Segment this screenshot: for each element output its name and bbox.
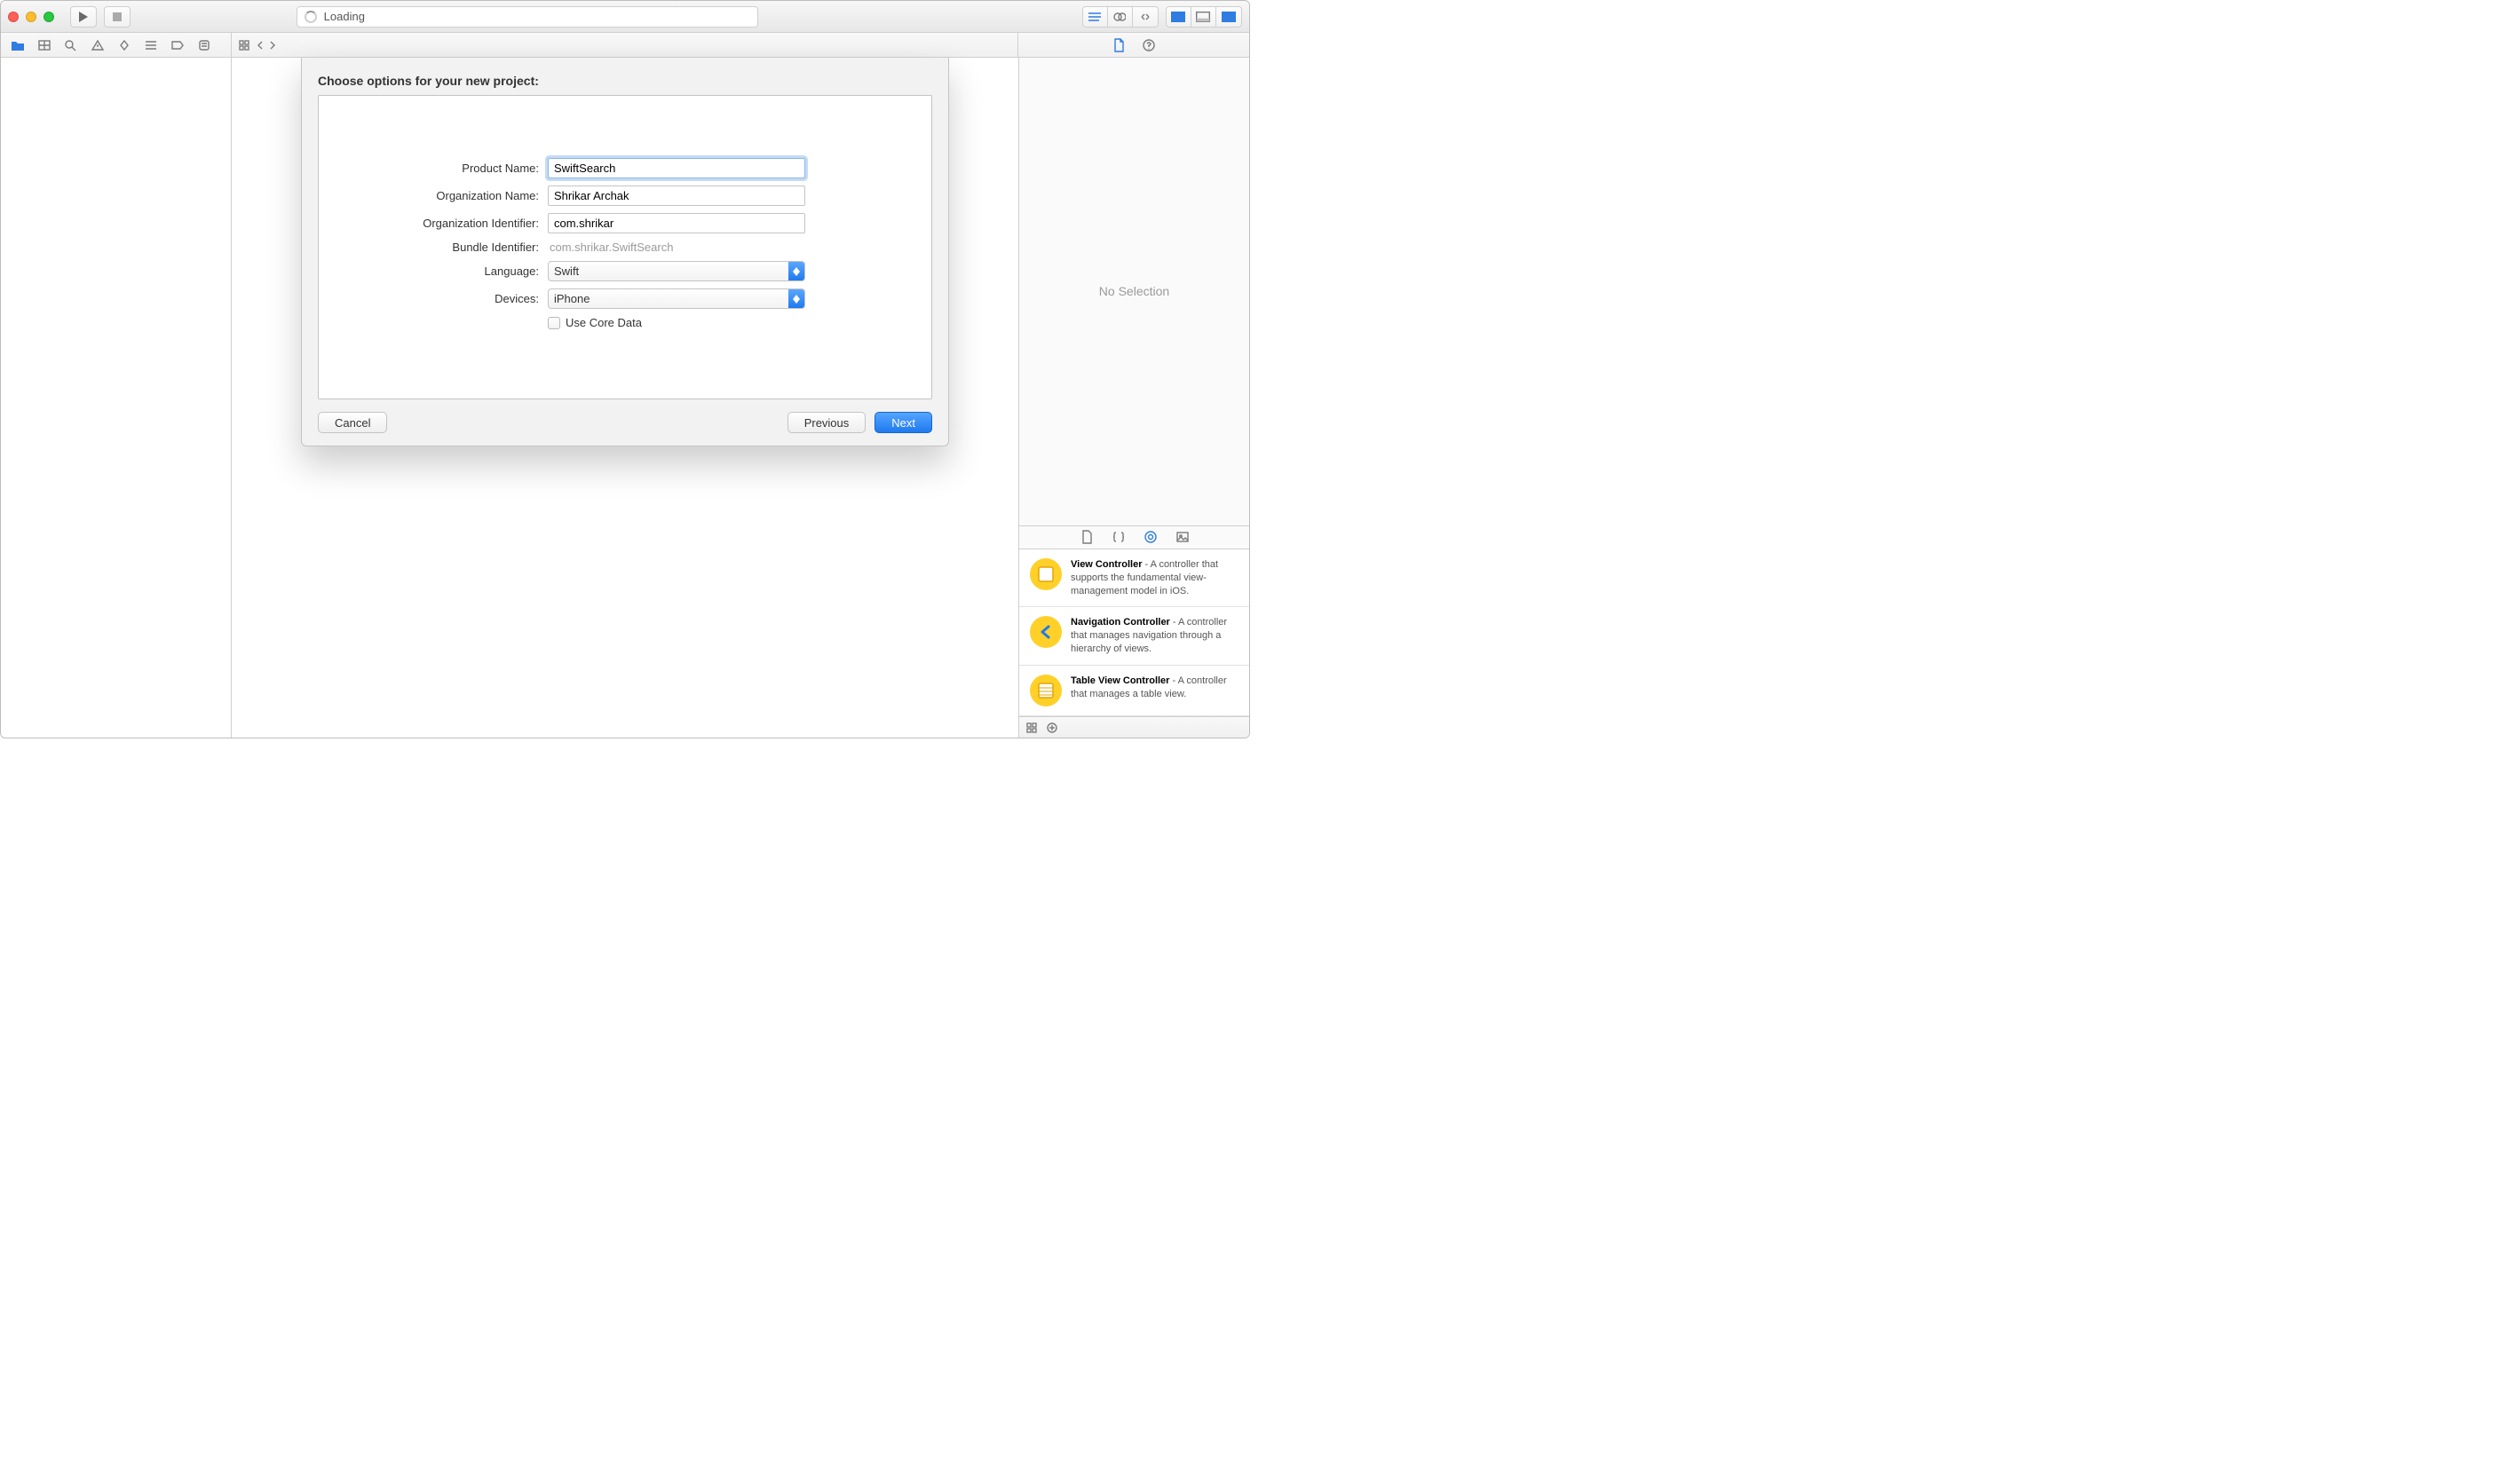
product-name-input[interactable]	[548, 158, 805, 178]
table-view-controller-icon	[1030, 675, 1062, 706]
standard-editor-button[interactable]	[1083, 7, 1108, 27]
zoom-window-button[interactable]	[44, 12, 54, 22]
titlebar-right	[1082, 6, 1242, 28]
toggle-debug-area-button[interactable]	[1191, 7, 1216, 27]
language-popup[interactable]: Swift	[548, 261, 805, 281]
language-value: Swift	[554, 264, 579, 278]
use-core-data-checkbox[interactable]: Use Core Data	[548, 316, 805, 329]
library-item-view-controller[interactable]: View Controller - A controller that supp…	[1019, 549, 1249, 608]
library-selector	[1019, 526, 1249, 549]
report-navigator-icon[interactable]	[193, 36, 216, 55]
bundle-identifier-label: Bundle Identifier:	[319, 241, 548, 254]
titlebar: Loading	[1, 1, 1249, 33]
popup-arrows-icon	[788, 262, 804, 280]
subtoolbar	[1, 33, 1249, 58]
sheet-title: Choose options for your new project:	[318, 74, 932, 88]
use-core-data-label: Use Core Data	[566, 316, 642, 329]
symbol-navigator-icon[interactable]	[33, 36, 56, 55]
window-controls	[8, 12, 54, 22]
object-library-list[interactable]: View Controller - A controller that supp…	[1019, 549, 1249, 716]
navigation-controller-icon	[1030, 616, 1062, 648]
navigator-area	[1, 58, 232, 738]
jump-bar[interactable]	[232, 33, 1018, 57]
organization-name-input[interactable]	[548, 186, 805, 206]
stop-button[interactable]	[104, 6, 131, 28]
toggle-inspector-button[interactable]	[1216, 7, 1241, 27]
language-label: Language:	[319, 264, 548, 278]
editor-mode-segmented[interactable]	[1082, 6, 1159, 28]
cancel-button[interactable]: Cancel	[318, 412, 387, 433]
jump-bar-forward-icon[interactable]	[269, 40, 276, 51]
minimize-window-button[interactable]	[26, 12, 36, 22]
view-controller-icon	[1030, 558, 1062, 590]
issue-navigator-icon[interactable]	[86, 36, 109, 55]
next-button[interactable]: Next	[875, 412, 932, 433]
panel-visibility-segmented[interactable]	[1166, 6, 1242, 28]
find-navigator-icon[interactable]	[59, 36, 83, 55]
window-body: Choose options for your new project: Pro…	[1, 58, 1249, 738]
toggle-navigator-button[interactable]	[1167, 7, 1191, 27]
file-template-library-icon[interactable]	[1075, 527, 1098, 547]
library-footer	[1019, 716, 1249, 738]
devices-popup[interactable]: iPhone	[548, 288, 805, 309]
library-item-navigation-controller[interactable]: Navigation Controller - A controller tha…	[1019, 607, 1249, 666]
new-project-sheet: Choose options for your new project: Pro…	[301, 58, 949, 446]
popup-arrows-icon	[788, 289, 804, 308]
inspector-placeholder: No Selection	[1019, 58, 1249, 526]
xcode-window: Loading	[0, 0, 1250, 738]
previous-button[interactable]: Previous	[787, 412, 867, 433]
bundle-identifier-value: com.shrikar.SwiftSearch	[548, 241, 673, 254]
library-filter-icon[interactable]	[1046, 722, 1058, 734]
file-inspector-icon[interactable]	[1107, 36, 1130, 55]
activity-text: Loading	[324, 10, 365, 23]
breakpoint-navigator-icon[interactable]	[166, 36, 189, 55]
close-window-button[interactable]	[8, 12, 19, 22]
debug-navigator-icon[interactable]	[139, 36, 162, 55]
library-item-table-view-controller[interactable]: Table View Controller - A controller tha…	[1019, 666, 1249, 716]
devices-label: Devices:	[319, 292, 548, 305]
activity-spinner-icon	[305, 11, 317, 23]
jump-bar-back-icon[interactable]	[257, 40, 264, 51]
editor-area: Choose options for your new project: Pro…	[232, 58, 1018, 738]
product-name-label: Product Name:	[319, 162, 548, 175]
checkbox-icon	[548, 317, 560, 329]
inspector-selector	[1018, 33, 1249, 57]
code-snippet-library-icon[interactable]	[1107, 527, 1130, 547]
activity-view: Loading	[297, 6, 758, 28]
devices-value: iPhone	[554, 292, 590, 305]
test-navigator-icon[interactable]	[113, 36, 136, 55]
run-button[interactable]	[70, 6, 97, 28]
organization-identifier-label: Organization Identifier:	[319, 217, 548, 230]
object-library-icon[interactable]	[1139, 527, 1162, 547]
sheet-footer: Cancel Previous Next	[318, 412, 932, 433]
sheet-body: Product Name: Organization Name: Organiz…	[318, 95, 932, 399]
navigator-selector	[1, 33, 232, 57]
organization-identifier-input[interactable]	[548, 213, 805, 233]
library-view-grid-icon[interactable]	[1026, 722, 1039, 733]
organization-name-label: Organization Name:	[319, 189, 548, 202]
assistant-editor-button[interactable]	[1108, 7, 1133, 27]
inspector-area: No Selection	[1018, 58, 1249, 738]
project-navigator-icon[interactable]	[6, 36, 29, 55]
media-library-icon[interactable]	[1171, 527, 1194, 547]
version-editor-button[interactable]	[1133, 7, 1158, 27]
quick-help-inspector-icon[interactable]	[1137, 36, 1160, 55]
related-items-icon[interactable]	[239, 40, 251, 51]
